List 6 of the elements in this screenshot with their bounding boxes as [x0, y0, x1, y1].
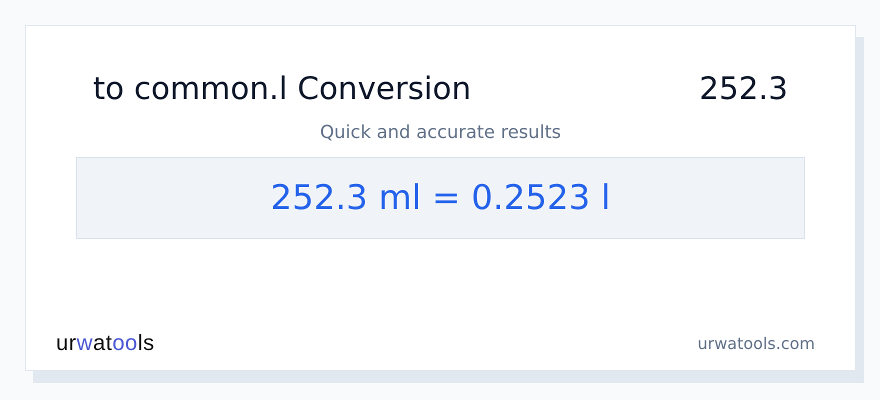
logo: urwatools: [56, 330, 155, 356]
result-text: 252.3 ml = 0.2523 l: [270, 178, 611, 218]
input-value: 252.3: [699, 71, 788, 107]
subtitle: Quick and accurate results: [318, 122, 562, 143]
conversion-title: to common.l Conversion: [93, 71, 472, 107]
site-url: urwatools.com: [698, 334, 815, 352]
